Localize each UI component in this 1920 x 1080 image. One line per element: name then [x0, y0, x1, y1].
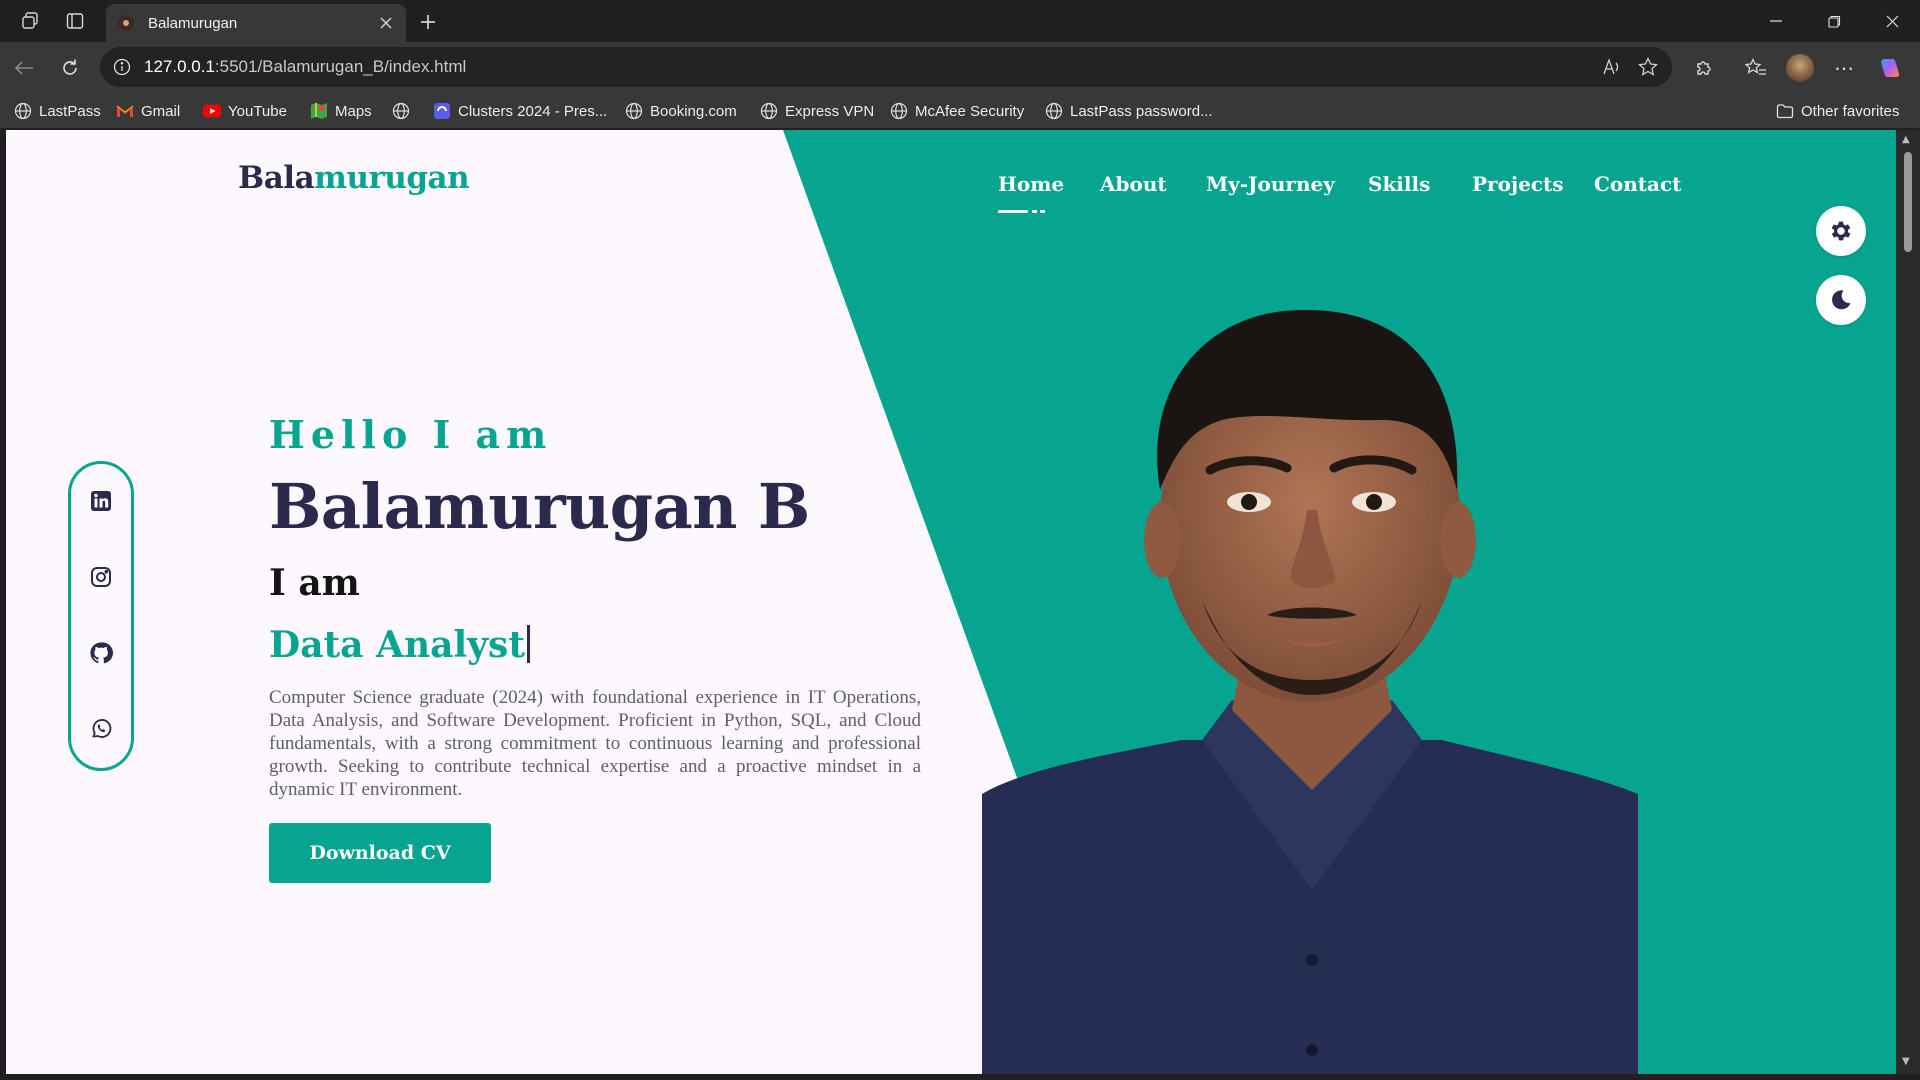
url-text: 127.0.0.1:5501/Balamurugan_B/index.html: [144, 57, 466, 77]
globe-icon: [625, 102, 643, 120]
instagram-icon: [91, 567, 111, 587]
address-toolbar: 127.0.0.1:5501/Balamurugan_B/index.html …: [0, 42, 1920, 94]
scrollbar-thumb[interactable]: [1904, 152, 1912, 252]
browser-tab-bar: Balamurugan: [0, 0, 1920, 42]
favorite-item[interactable]: LastPass password...: [1045, 94, 1213, 128]
nav-link-about[interactable]: About: [1100, 172, 1167, 196]
tab-actions-icon[interactable]: [62, 8, 88, 34]
favorite-label: LastPass: [39, 102, 101, 120]
dark-mode-toggle[interactable]: [1816, 275, 1866, 325]
folder-icon: [1776, 102, 1794, 120]
nav-link-projects[interactable]: Projects: [1472, 172, 1564, 196]
workspaces-icon[interactable]: [18, 8, 44, 34]
more-menu-icon[interactable]: ⋯: [1830, 54, 1858, 82]
url-path: :5501/Balamurugan_B/index.html: [214, 57, 467, 76]
read-aloud-icon[interactable]: [1600, 55, 1624, 79]
settings-button[interactable]: [1816, 206, 1866, 256]
gear-icon: [1831, 221, 1851, 241]
favorite-label: Booking.com: [650, 102, 737, 120]
nav-link-skills[interactable]: Skills: [1368, 172, 1430, 196]
hero-role: Data Analyst: [269, 624, 530, 666]
browser-tab[interactable]: Balamurugan: [106, 4, 406, 42]
copilot-icon[interactable]: [1876, 54, 1904, 82]
extensions-icon[interactable]: [1690, 54, 1718, 82]
favorite-label: Maps: [335, 102, 372, 120]
site-info-icon[interactable]: [112, 57, 132, 77]
hero-greeting: Hello I am: [269, 412, 553, 457]
close-window-icon[interactable]: [1872, 8, 1912, 34]
favorite-label: Clusters 2024 - Pres...: [458, 102, 608, 120]
favorite-item[interactable]: Gmail: [116, 94, 180, 128]
clusters-icon: [433, 102, 451, 120]
profile-photo: [982, 309, 1638, 1074]
favorites-list-icon[interactable]: [1742, 54, 1770, 82]
favorite-item[interactable]: LastPass: [14, 94, 101, 128]
download-cv-button[interactable]: Download CV: [269, 823, 491, 883]
favorite-item[interactable]: Maps: [310, 94, 372, 128]
favorite-label: YouTube: [228, 102, 287, 120]
globe-icon: [14, 102, 32, 120]
globe-icon: [760, 102, 778, 120]
hero-name: Balamurugan B: [269, 470, 810, 543]
favorite-label: Other favorites: [1801, 102, 1900, 120]
favorite-label: McAfee Security: [915, 102, 1025, 120]
portfolio-page: Balamurugan Home About My-Journey Skills…: [6, 130, 1896, 1074]
nav-link-home[interactable]: Home: [998, 172, 1064, 196]
whatsapp-link[interactable]: [88, 716, 114, 742]
hero-description: Computer Science graduate (2024) with fo…: [269, 687, 921, 800]
hero-iam: I am: [269, 562, 360, 604]
favorite-item[interactable]: Clusters 2024 - Pres...: [433, 94, 607, 128]
globe-icon: [1045, 102, 1063, 120]
hero-role-text: Data Analyst: [269, 624, 525, 666]
linkedin-icon: [91, 491, 111, 511]
gmail-icon: [116, 102, 134, 120]
favorite-label: LastPass password...: [1070, 102, 1213, 120]
active-nav-indicator: [998, 210, 1048, 213]
favorite-label: Gmail: [141, 102, 181, 120]
scroll-down-icon[interactable]: ▼: [1902, 1056, 1910, 1067]
favorite-item[interactable]: [392, 94, 410, 128]
tab-title: Balamurugan: [148, 14, 238, 32]
youtube-icon: [203, 102, 221, 120]
social-links-bar: [68, 461, 134, 771]
favorite-star-icon[interactable]: [1636, 55, 1660, 79]
site-favicon-icon: [118, 15, 134, 31]
page-scrollbar[interactable]: ▲ ▼: [1896, 130, 1920, 1074]
address-bar[interactable]: 127.0.0.1:5501/Balamurugan_B/index.html: [100, 47, 1672, 87]
favorite-item[interactable]: Booking.com: [625, 94, 737, 128]
back-icon[interactable]: [10, 54, 38, 82]
nav-link-my-journey[interactable]: My-Journey: [1206, 172, 1335, 196]
refresh-icon[interactable]: [56, 54, 84, 82]
instagram-link[interactable]: [88, 564, 114, 590]
nav-link-contact[interactable]: Contact: [1594, 172, 1681, 196]
favorite-item[interactable]: McAfee Security: [890, 94, 1024, 128]
github-link[interactable]: [88, 640, 114, 666]
close-tab-icon[interactable]: [374, 11, 398, 35]
favorite-item[interactable]: Express VPN: [760, 94, 874, 128]
main-nav: Home About My-Journey Skills Projects Co…: [6, 172, 1896, 208]
favorites-bar: Other favorites LastPass Gmail YouTube Maps…: [0, 94, 1920, 128]
globe-icon: [392, 102, 410, 120]
github-icon: [90, 642, 113, 664]
favorite-other[interactable]: Other favorites: [1776, 94, 1899, 128]
whatsapp-icon: [92, 719, 112, 738]
scroll-up-icon[interactable]: ▲: [1902, 134, 1910, 145]
globe-icon: [890, 102, 908, 120]
linkedin-link[interactable]: [88, 488, 114, 514]
maps-icon: [310, 102, 328, 120]
url-host: 127.0.0.1: [144, 57, 215, 76]
favorite-item[interactable]: YouTube: [203, 94, 287, 128]
minimize-icon[interactable]: [1756, 8, 1796, 34]
moon-icon: [1832, 290, 1851, 310]
typing-cursor: [526, 625, 530, 663]
restore-icon[interactable]: [1814, 8, 1854, 34]
profile-avatar[interactable]: [1786, 54, 1814, 82]
new-tab-icon[interactable]: [414, 8, 442, 36]
favorite-label: Express VPN: [785, 102, 875, 120]
window-bottom-edge: [0, 1074, 1920, 1080]
